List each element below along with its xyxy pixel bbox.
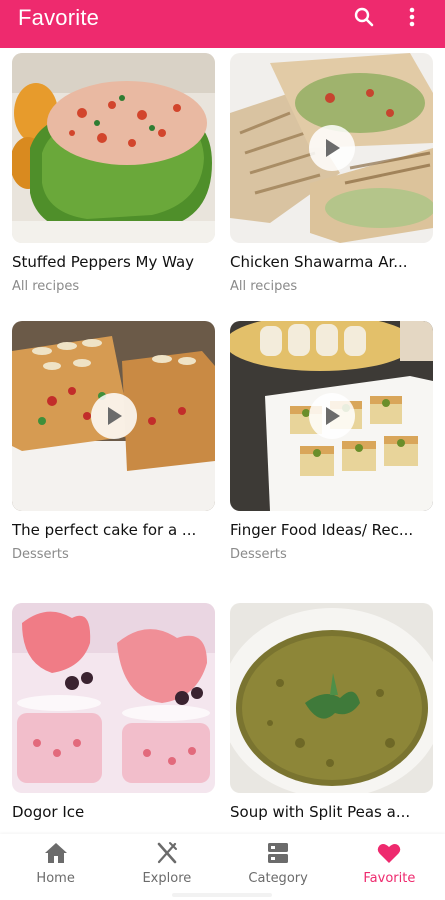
nav-category-label: Category (248, 871, 308, 886)
home-icon (43, 840, 69, 866)
heart-icon (376, 840, 402, 866)
recipe-thumbnail[interactable] (12, 321, 215, 511)
nav-category[interactable]: Category (228, 840, 328, 886)
recipe-card[interactable]: Soup with Split Peas a... (230, 603, 433, 829)
recipe-card[interactable]: Dogor Ice (12, 603, 215, 829)
recipe-thumbnail[interactable] (230, 603, 433, 793)
recipe-name: Finger Food Ideas/ Rec... (230, 521, 414, 539)
page-title: Favorite (18, 5, 100, 30)
category-icon (265, 840, 291, 866)
bottom-navigation: Home Explore Category Favorite (0, 834, 445, 900)
recipe-thumbnail[interactable] (12, 603, 215, 793)
nav-explore[interactable]: Explore (117, 840, 217, 886)
recipe-category: All recipes (12, 279, 80, 294)
recipe-card[interactable]: Stuffed Peppers My Way All recipes (12, 53, 215, 294)
recipe-thumbnail[interactable] (230, 321, 433, 511)
recipe-name: Chicken Shawarma Ar... (230, 253, 408, 271)
recipe-card[interactable]: Finger Food Ideas/ Rec... Desserts (230, 321, 433, 562)
recipe-category: Desserts (12, 547, 69, 562)
play-icon[interactable] (308, 393, 355, 439)
search-icon[interactable] (353, 6, 375, 28)
recipe-card[interactable]: Chicken Shawarma Ar... All recipes (230, 53, 433, 294)
nav-home[interactable]: Home (6, 840, 106, 886)
recipe-name: The perfect cake for a ... (12, 521, 197, 539)
recipe-name: Dogor Ice (12, 803, 85, 821)
recipe-name: Soup with Split Peas a... (230, 803, 411, 821)
recipe-name: Stuffed Peppers My Way (12, 253, 195, 271)
nav-favorite[interactable]: Favorite (339, 840, 439, 886)
app-bar: Favorite (0, 0, 445, 48)
recipe-category: Desserts (230, 547, 287, 562)
nav-explore-label: Explore (142, 871, 192, 886)
recipe-thumbnail[interactable] (230, 53, 433, 243)
gesture-bar (172, 893, 272, 897)
nav-favorite-label: Favorite (363, 871, 416, 886)
more-vert-icon[interactable] (401, 6, 423, 28)
recipe-grid: Stuffed Peppers My Way All recipes Chick… (0, 48, 445, 834)
play-icon[interactable] (308, 125, 355, 171)
fork-knife-icon (154, 840, 180, 866)
recipe-thumbnail[interactable] (12, 53, 215, 243)
recipe-category: All recipes (230, 279, 298, 294)
play-icon[interactable] (90, 393, 137, 439)
recipe-card[interactable]: The perfect cake for a ... Desserts (12, 321, 215, 562)
nav-home-label: Home (36, 871, 75, 886)
